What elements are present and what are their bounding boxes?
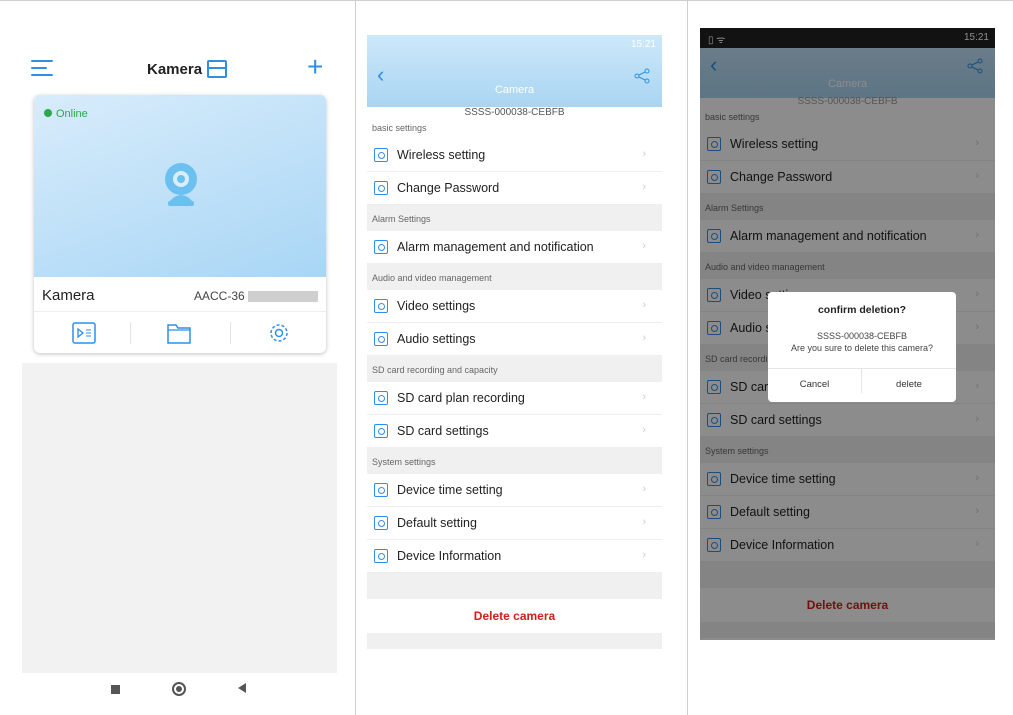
playback-icon[interactable] [72,322,96,344]
status-time: 15:21 [630,39,656,50]
divider-2 [687,0,688,715]
setting-icon [374,240,388,254]
screenshot-frame: Kamera + Online Kamera AACC-36 15:21 ‹ C… [0,0,1013,715]
system-nav-bar [22,673,337,703]
camera-name: Kamera [42,287,95,304]
settings-row-label: SD card plan recording [397,391,525,405]
settings-row[interactable]: SD card plan recording › [367,382,662,415]
setting-icon [374,332,388,346]
chevron-right-icon: › [642,240,646,252]
chevron-right-icon: › [642,391,646,403]
camera-icon [165,163,197,206]
chevron-right-icon: › [642,299,646,311]
dialog-buttons: Cancel delete [768,368,956,402]
settings-row-label: Device time setting [397,483,503,497]
menu-icon[interactable] [31,60,53,78]
camera-id: AACC-36 [194,289,245,303]
divider-1 [355,0,356,715]
device-id: SSSS-000038-CEBFB [797,96,898,107]
settings-row-label: Change Password [397,181,500,195]
chevron-right-icon: › [642,148,646,160]
chevron-right-icon: › [642,516,646,528]
device-id: SSSS-000038-CEBFB [464,107,565,118]
settings-row[interactable]: Wireless setting › [367,139,662,172]
setting-icon [374,483,388,497]
settings-row-label: Wireless setting [397,148,486,162]
settings-screen: 15:21 ‹ Camera SSSS-000038-CEBFB basic s… [367,35,662,655]
dialog-device-id: SSSS-000038-CEBFB [816,331,908,341]
dialog-title: confirm deletion? [817,304,907,316]
dialog-message: Are you sure to delete this camera? [790,343,934,353]
settings-row[interactable]: Audio settings › [367,323,662,356]
recent-apps-icon[interactable] [111,685,120,694]
chevron-right-icon: › [642,332,646,344]
status-bar: 15:21 [367,35,662,55]
section-header: basic settings [367,119,662,139]
setting-icon [374,181,388,195]
section-header: SD card recording and capacity [367,356,662,382]
chevron-right-icon: › [642,181,646,193]
settings-row-label: SD card settings [397,424,489,438]
settings-row-label: Audio settings [397,332,476,346]
chevron-right-icon: › [642,424,646,436]
camera-preview[interactable]: Online [34,95,326,277]
settings-row[interactable]: Change Password › [367,172,662,205]
actions-divider [230,322,231,344]
camera-card[interactable]: Online Kamera AACC-36 [34,95,326,353]
setting-icon [374,299,388,313]
settings-row-label: Device Information [397,549,502,563]
layout-toggle-icon[interactable] [207,60,227,78]
settings-list: basic settings Wireless setting › Change Pa… [367,119,662,649]
section-header: Audio and video management [367,264,662,290]
settings-row[interactable]: SD card settings › [367,415,662,448]
confirm-delete-dialog: confirm deletion? SSSS-000038-CEBFB Are … [768,292,956,402]
spacer [367,573,662,599]
page-title: Kamera [147,61,203,78]
settings-row[interactable]: Default setting › [367,507,662,540]
frame-top-border [0,0,1013,1]
settings-row-label: Video settings [397,299,476,313]
settings-row-label: Default setting [397,516,477,530]
card-actions [34,311,326,353]
settings-title: Camera [494,84,535,96]
actions-divider [130,322,131,344]
chevron-right-icon: › [642,483,646,495]
cancel-button[interactable]: Cancel [768,369,862,393]
settings-row[interactable]: Alarm management and notification › [367,231,662,264]
settings-row-label: Alarm management and notification [397,240,594,254]
section-header: Alarm Settings [367,205,662,231]
delete-button[interactable]: delete [862,379,956,390]
section-header: System settings [367,448,662,474]
settings-row[interactable]: Video settings › [367,290,662,323]
setting-icon [374,148,388,162]
add-camera-icon[interactable]: + [307,53,323,81]
gear-icon[interactable] [267,322,291,344]
status-badge: Online [44,108,88,120]
home-icon[interactable] [172,682,186,696]
setting-icon [374,391,388,405]
settings-row[interactable]: Device time setting › [367,474,662,507]
chevron-right-icon: › [642,549,646,561]
back-nav-icon[interactable] [238,683,246,693]
settings-screen-with-dialog: ▯ ᯤ 15:21 ‹ Camera SSSS-000038-CEBFB bas… [700,28,995,640]
delete-camera-button[interactable]: Delete camera [367,599,662,633]
share-icon[interactable] [634,68,650,84]
settings-row[interactable]: Device Information › [367,540,662,573]
home-screen: Kamera + Online Kamera AACC-36 [22,40,337,700]
setting-icon [374,516,388,530]
spacer [367,633,662,649]
redaction-bar [248,291,318,302]
home-header: Kamera + [22,52,337,88]
settings-header: 15:21 ‹ Camera [367,35,662,107]
setting-icon [374,424,388,438]
setting-icon [374,549,388,563]
empty-area [22,363,337,673]
folder-icon[interactable] [167,322,191,344]
